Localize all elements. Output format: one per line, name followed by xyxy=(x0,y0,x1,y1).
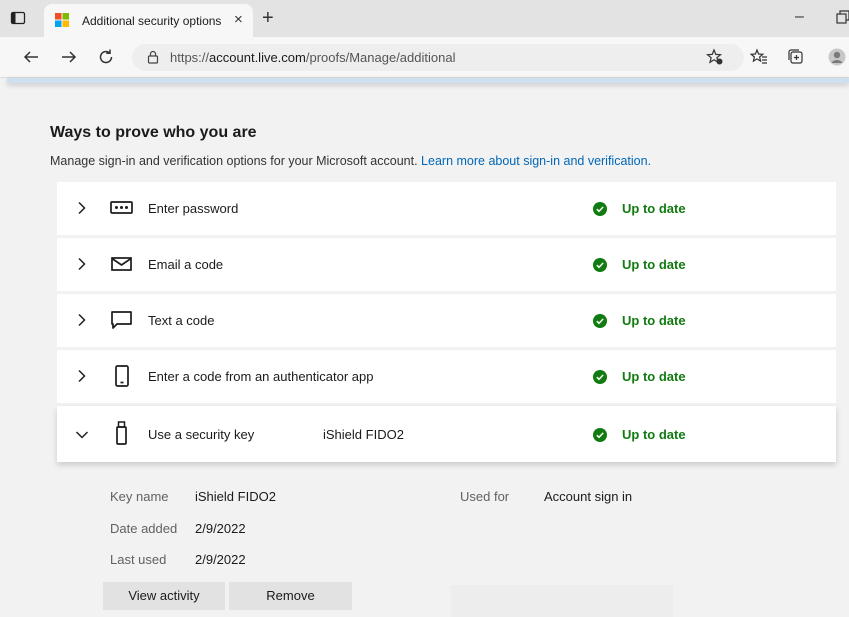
page-title: Ways to prove who you are xyxy=(50,124,257,141)
chevron-right-icon[interactable] xyxy=(75,369,89,383)
used-for-label: Used for xyxy=(460,489,510,504)
refresh-icon[interactable] xyxy=(97,48,115,66)
microsoft-logo-icon xyxy=(55,13,69,27)
browser-tab-strip: Additional security options × + – xyxy=(0,0,849,37)
status-text: Up to date xyxy=(622,313,686,328)
method-label: Enter password xyxy=(148,201,239,216)
key-name-label: Key name xyxy=(110,489,169,504)
favorites-icon[interactable] xyxy=(750,48,768,66)
last-used-label: Last used xyxy=(110,552,167,567)
collections-icon[interactable] xyxy=(787,48,805,66)
method-label: Email a code xyxy=(148,257,224,272)
method-row-security-key[interactable]: Use a security key iShield FIDO2 Up to d… xyxy=(57,406,836,462)
chevron-right-icon[interactable] xyxy=(75,257,89,271)
check-circle-icon xyxy=(593,370,607,384)
restore-window-icon[interactable] xyxy=(836,10,849,24)
phone-icon xyxy=(115,365,129,387)
tab-title: Additional security options xyxy=(82,14,222,28)
back-arrow-icon[interactable] xyxy=(22,48,40,66)
url-host: account.live.com xyxy=(209,50,306,65)
add-favorite-icon[interactable] xyxy=(706,48,724,66)
chevron-down-icon[interactable] xyxy=(75,428,89,442)
password-icon xyxy=(110,201,133,214)
method-label: Enter a code from an authenticator app xyxy=(148,369,374,384)
new-tab-button[interactable]: + xyxy=(262,8,274,28)
learn-more-link[interactable]: Learn more about sign-in and verificatio… xyxy=(421,154,651,168)
method-row-email[interactable]: Email a code Up to date xyxy=(57,238,836,291)
forward-arrow-icon[interactable] xyxy=(60,48,78,66)
page-header-bar xyxy=(7,78,849,83)
profile-avatar-icon[interactable] xyxy=(828,48,846,66)
security-key-name: iShield FIDO2 xyxy=(323,427,404,442)
check-circle-icon xyxy=(593,314,607,328)
minimize-button[interactable]: – xyxy=(795,8,804,26)
browser-tab[interactable]: Additional security options × xyxy=(44,4,253,37)
status-text: Up to date xyxy=(622,257,686,272)
last-used-value: 2/9/2022 xyxy=(195,552,246,567)
status-text: Up to date xyxy=(622,201,686,216)
chevron-right-icon[interactable] xyxy=(75,313,89,327)
page-info-icon[interactable] xyxy=(146,50,160,64)
check-circle-icon xyxy=(593,428,607,442)
chevron-right-icon[interactable] xyxy=(75,201,89,215)
status-text: Up to date xyxy=(622,427,686,442)
address-bar[interactable]: https://account.live.com/proofs/Manage/a… xyxy=(132,44,744,71)
envelope-icon xyxy=(111,257,132,271)
browser-toolbar: https://account.live.com/proofs/Manage/a… xyxy=(0,37,849,78)
method-label: Text a code xyxy=(148,313,215,328)
url-scheme: https:// xyxy=(170,50,210,65)
used-for-value: Account sign in xyxy=(544,489,633,504)
description-text: Manage sign-in and verification options … xyxy=(50,154,418,168)
method-row-password[interactable]: Enter password Up to date xyxy=(57,182,836,235)
details-placeholder xyxy=(451,585,673,617)
page-description: Manage sign-in and verification options … xyxy=(50,154,651,168)
view-activity-button[interactable]: View activity xyxy=(103,582,225,610)
remove-button[interactable]: Remove xyxy=(229,582,352,610)
tab-actions-icon[interactable] xyxy=(10,10,26,26)
tab-close-icon[interactable]: × xyxy=(234,11,243,29)
method-row-authenticator[interactable]: Enter a code from an authenticator app U… xyxy=(57,350,836,403)
security-key-icon xyxy=(116,421,127,445)
url-text[interactable]: https://account.live.com/proofs/Manage/a… xyxy=(170,50,455,65)
check-circle-icon xyxy=(593,202,607,216)
method-label: Use a security key xyxy=(148,427,255,442)
status-text: Up to date xyxy=(622,369,686,384)
chat-bubble-icon xyxy=(111,311,132,329)
key-name-value: iShield FIDO2 xyxy=(195,489,276,504)
security-key-details: Key name iShield FIDO2 Used for Account … xyxy=(57,463,836,617)
date-added-label: Date added xyxy=(110,521,178,536)
check-circle-icon xyxy=(593,258,607,272)
date-added-value: 2/9/2022 xyxy=(195,521,246,536)
page-content: Ways to prove who you are Manage sign-in… xyxy=(7,78,849,617)
url-path: /proofs/Manage/additional xyxy=(305,50,456,65)
method-row-text[interactable]: Text a code Up to date xyxy=(57,294,836,347)
